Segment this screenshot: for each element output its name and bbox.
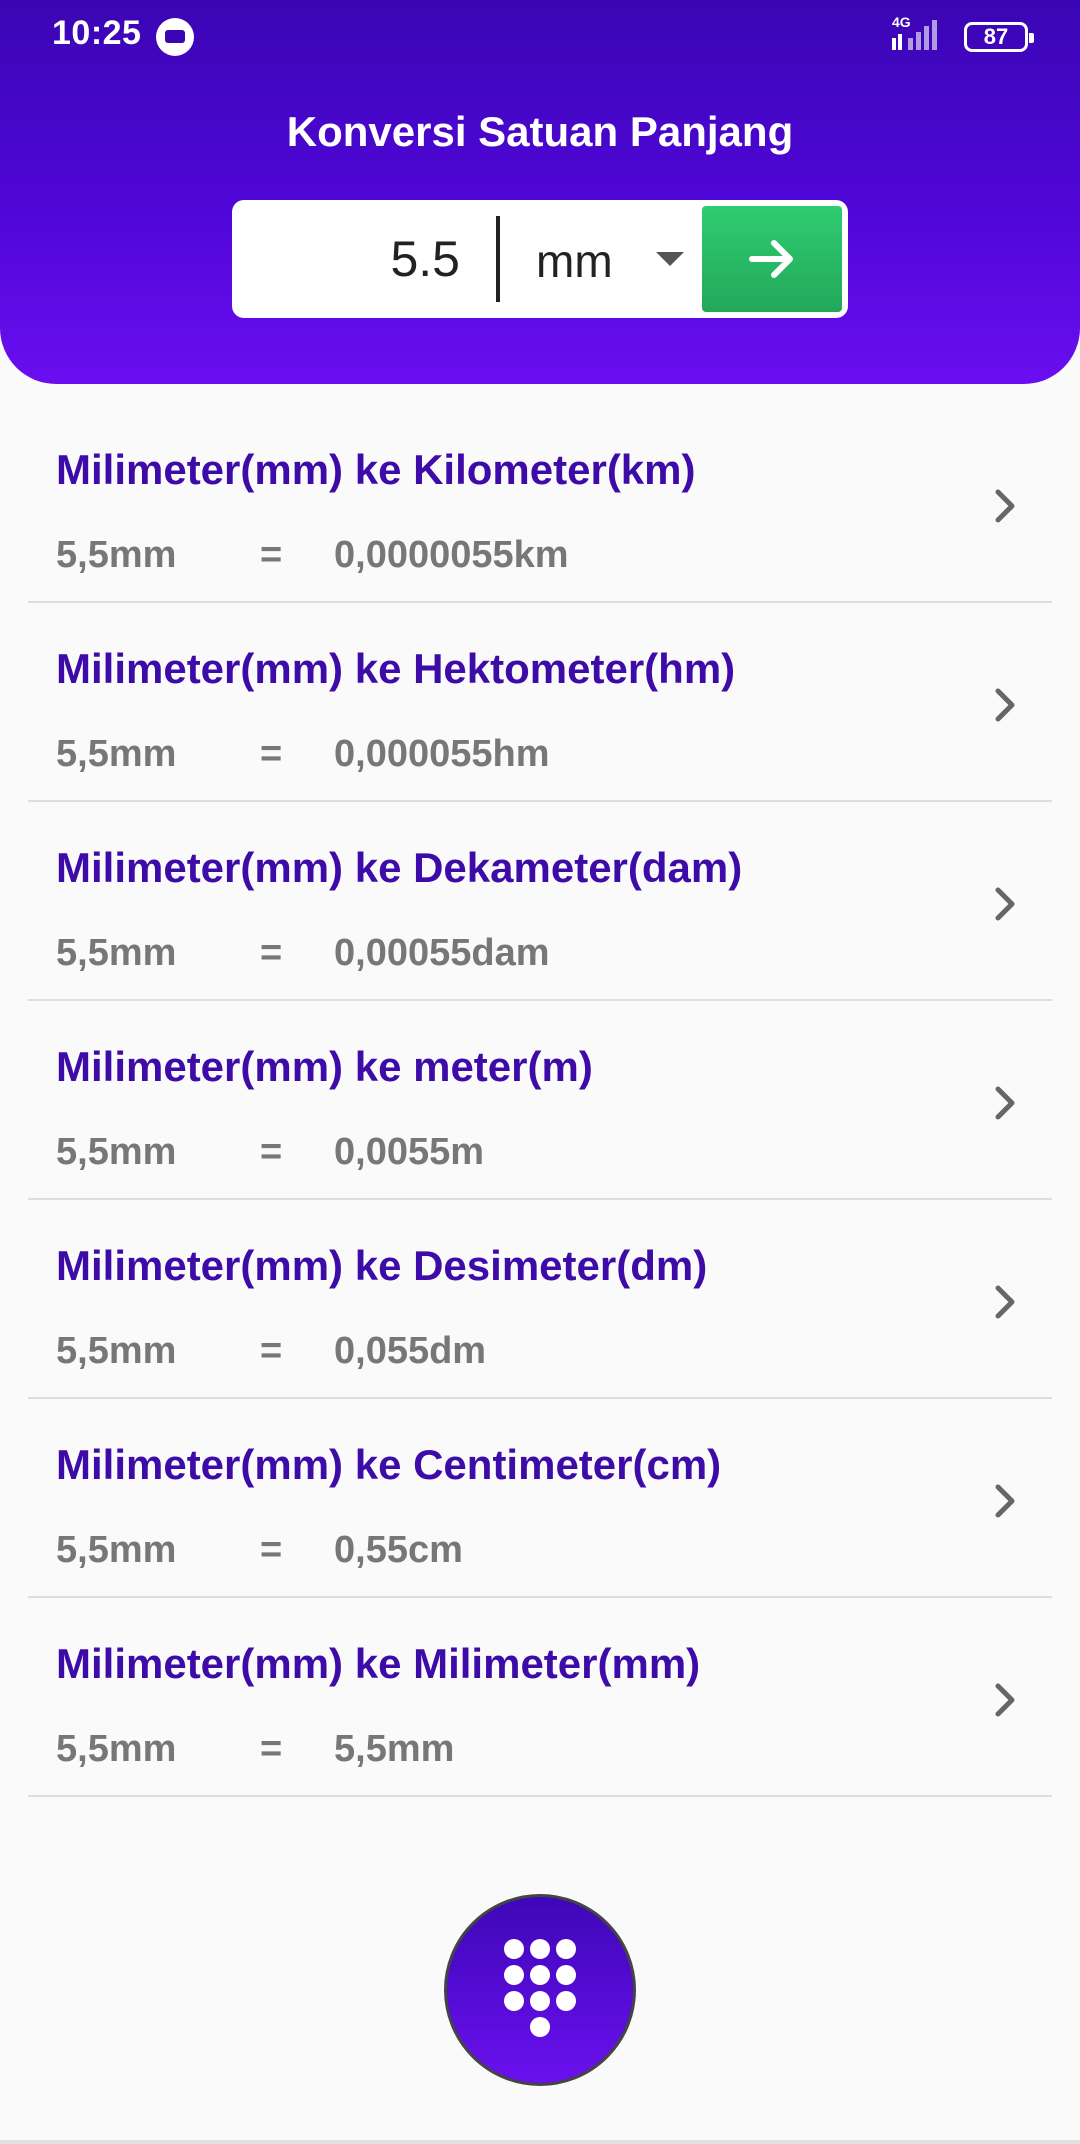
conversion-item-dam[interactable]: Milimeter(mm) ke Dekameter(dam) 5,5mm = … <box>28 802 1052 1001</box>
battery-icon: 87 <box>964 22 1034 52</box>
value-input[interactable] <box>232 200 496 318</box>
conversion-item-hm[interactable]: Milimeter(mm) ke Hektometer(hm) 5,5mm = … <box>28 603 1052 802</box>
screen: 10:25 4G 87 Konversi Satuan Panjang 5.5 … <box>0 0 1080 2144</box>
conversion-item-mm[interactable]: Milimeter(mm) ke Milimeter(mm) 5,5mm = 5… <box>28 1598 1052 1797</box>
arrow-right-icon <box>749 240 793 278</box>
conversion-from: 5,5mm <box>56 932 177 974</box>
chevron-right-icon <box>995 1285 1015 1319</box>
conversion-title: Milimeter(mm) ke meter(m) <box>56 1043 593 1090</box>
conversion-to: 0,0055m <box>334 1131 485 1173</box>
conversion-item-dm[interactable]: Milimeter(mm) ke Desimeter(dm) 5,5mm = 0… <box>28 1200 1052 1399</box>
conversion-title: Milimeter(mm) ke Hektometer(hm) <box>56 645 736 692</box>
conversion-to: 0,00055dam <box>334 932 550 974</box>
equals-sign: = <box>260 1131 283 1173</box>
conversion-from: 5,5mm <box>56 534 177 576</box>
conversion-item-km[interactable]: Milimeter(mm) ke Kilometer(km) 5,5mm = 0… <box>28 404 1052 603</box>
converter-bar: mm <box>232 200 848 318</box>
conversion-item-cm[interactable]: Milimeter(mm) ke Centimeter(cm) 5,5mm = … <box>28 1399 1052 1598</box>
unit-dropdown-value: mm <box>536 235 613 287</box>
chevron-right-icon <box>995 1683 1015 1717</box>
bottom-divider <box>0 2140 1080 2144</box>
conversion-title: Milimeter(mm) ke Desimeter(dm) <box>56 1242 708 1289</box>
conversion-to: 0,55cm <box>334 1529 463 1571</box>
notification-app-icon <box>156 18 194 56</box>
equals-sign: = <box>260 932 283 974</box>
conversion-from: 5,5mm <box>56 733 177 775</box>
conversion-title: Milimeter(mm) ke Centimeter(cm) <box>56 1441 722 1488</box>
equals-sign: = <box>260 1728 283 1770</box>
chevron-right-icon <box>995 489 1015 523</box>
unit-dropdown[interactable]: mm <box>500 200 700 318</box>
signal-icon: 4G <box>888 14 948 54</box>
conversion-from: 5,5mm <box>56 1131 177 1173</box>
conversion-to: 0,055dm <box>334 1330 487 1372</box>
convert-button[interactable] <box>702 206 842 312</box>
conversion-title: Milimeter(mm) ke Dekameter(dam) <box>56 844 743 891</box>
chevron-right-icon <box>995 688 1015 722</box>
conversion-to: 0,000055hm <box>334 733 550 775</box>
equals-sign: = <box>260 1330 283 1372</box>
conversion-to: 0,0000055km <box>334 534 569 576</box>
conversion-from: 5,5mm <box>56 1728 177 1770</box>
chevron-down-icon <box>656 252 684 266</box>
header: 10:25 4G 87 Konversi Satuan Panjang 5.5 … <box>0 0 1080 384</box>
status-time: 10:25 <box>52 14 142 52</box>
page-title: Konversi Satuan Panjang <box>286 108 794 155</box>
keypad-button[interactable] <box>444 1894 636 2086</box>
conversion-title: Milimeter(mm) ke Milimeter(mm) <box>56 1640 701 1687</box>
chevron-right-icon <box>995 1086 1015 1120</box>
conversion-to: 5,5mm <box>334 1728 455 1770</box>
chevron-right-icon <box>995 1484 1015 1518</box>
conversion-from: 5,5mm <box>56 1529 177 1571</box>
conversion-item-m[interactable]: Milimeter(mm) ke meter(m) 5,5mm = 0,0055… <box>28 1001 1052 1200</box>
equals-sign: = <box>260 733 283 775</box>
equals-sign: = <box>260 534 283 576</box>
conversion-title: Milimeter(mm) ke Kilometer(km) <box>56 446 696 493</box>
equals-sign: = <box>260 1529 283 1571</box>
conversion-list: Milimeter(mm) ke Kilometer(km) 5,5mm = 0… <box>28 404 1052 1797</box>
status-bar: 10:25 4G 87 <box>0 0 1080 72</box>
chevron-right-icon <box>995 887 1015 921</box>
conversion-from: 5,5mm <box>56 1330 177 1372</box>
